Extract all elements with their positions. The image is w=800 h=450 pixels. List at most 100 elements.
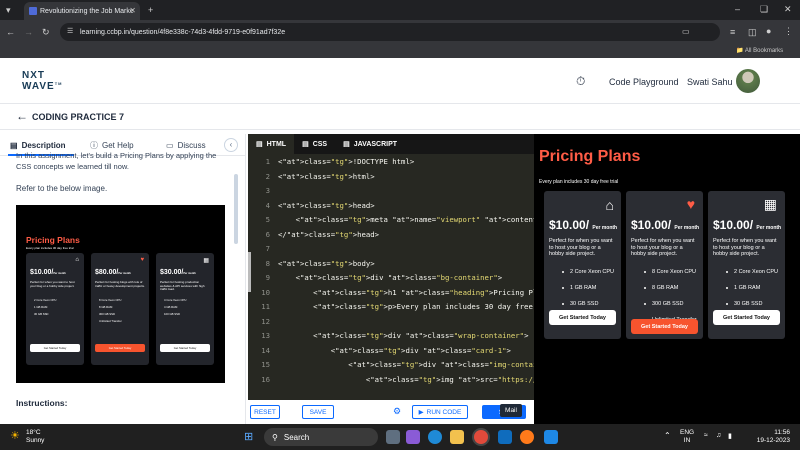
mini-per-month: Per month [183, 272, 196, 275]
code-line[interactable]: <"at">class="tg">meta "at">name="viewpor… [278, 215, 534, 224]
sidepanel-icon[interactable]: ◫ [748, 27, 757, 37]
menu-kebab-icon[interactable]: ⋮ [784, 26, 793, 36]
tab-strip-icon[interactable]: ≡ [730, 27, 735, 37]
language-indicator[interactable]: ENG IN [680, 429, 694, 445]
taskbar-search[interactable]: ⚲ Search [264, 428, 378, 446]
wifi-icon[interactable]: ≈ [704, 432, 708, 439]
help-circle-icon: ⓘ [90, 140, 98, 150]
forward-arrow-icon[interactable]: → [24, 27, 33, 37]
code-line[interactable]: <"at">class="tg">p>Every plan includes 3… [278, 302, 534, 311]
code-line[interactable]: <"at">class="tg">!DOCTYPE html> [278, 157, 414, 166]
get-started-button[interactable]: Get Started Today [549, 310, 616, 325]
mini-feature: 30 GB SSD [34, 312, 49, 316]
feature-item: 1 GB RAM [548, 285, 618, 291]
mini-feature: 4 Core Xeon CPU [164, 298, 187, 302]
feature-item: 300 GB SSD [630, 301, 700, 307]
code-line[interactable]: <"at">class="tg">html> [278, 172, 375, 181]
mail-icon[interactable] [498, 430, 512, 444]
teams-icon[interactable] [406, 430, 420, 444]
user-name[interactable]: Swati Sahu [687, 77, 733, 87]
bookmarks-bar: 📁 All Bookmarks [0, 44, 800, 58]
line-number: 10 [261, 287, 270, 297]
url-bar[interactable]: ☰ learning.ccbp.in/question/4f8e338c-74d… [60, 23, 720, 41]
browser-tabbar: ▾ Revolutionizing the Job Marke ✕ + – ❏ … [0, 0, 800, 20]
tab-html[interactable]: ▤ HTML [248, 134, 295, 154]
avatar[interactable] [736, 69, 760, 93]
code-line[interactable]: <"at">class="tg">div "at">class="bg-cont… [278, 273, 503, 282]
search-icon: ⚲ [272, 432, 278, 442]
app-icon[interactable] [544, 430, 558, 444]
price: $10.00/ Per month [631, 218, 700, 232]
price-card-1: ⌂ $10.00/ Per month Perfect for when you… [544, 191, 621, 339]
mini-feature: Unlimited Transfer [99, 319, 122, 323]
scrollbar[interactable] [234, 174, 238, 244]
mini-per-month: Per month [53, 272, 66, 275]
close-tab-icon[interactable]: ✕ [129, 6, 136, 15]
chevron-up-icon[interactable]: ⌃ [664, 431, 671, 440]
stopwatch-icon[interactable]: ⏱ [576, 74, 585, 89]
line-number: 15 [261, 360, 270, 369]
settings-gear-icon[interactable]: ⚙ [393, 406, 401, 417]
minimize-icon[interactable]: – [735, 4, 740, 14]
volume-icon[interactable]: ♫ [716, 432, 721, 439]
page-title: CODING PRACTICE 7 [32, 112, 125, 122]
editor-resize-handle[interactable] [248, 252, 251, 292]
mini-feature: 8 GB RAM [99, 305, 113, 309]
edge-icon[interactable] [428, 430, 442, 444]
task-view-icon[interactable] [386, 430, 400, 444]
building-icon: ▦ [203, 258, 209, 264]
clock[interactable]: 11:56 19-12-2023 [746, 429, 790, 445]
line-number: 3 [265, 186, 270, 195]
code-line[interactable]: <"at">class="tg">head> [278, 201, 375, 210]
tab-css[interactable]: ▤ CSS [294, 134, 335, 154]
back-arrow-icon[interactable]: ← [16, 109, 28, 123]
back-arrow-icon[interactable]: ← [6, 27, 15, 37]
code-playground-link[interactable]: Code Playground [609, 77, 679, 87]
mini-desc: Perfect for hosting production websites … [160, 280, 205, 292]
site-info-icon[interactable]: ☰ [67, 27, 73, 37]
feature-item: 1 GB RAM [712, 285, 782, 291]
mini-subtitle: Every plan includes 30 day free trial [26, 246, 74, 250]
weather-widget[interactable]: 18°C Sunny [26, 429, 44, 445]
profile-icon[interactable]: ● [766, 26, 771, 36]
code-line[interactable]: <"at">class="tg">body> [278, 259, 375, 268]
code-area[interactable]: 1 <"at">class="tg">!DOCTYPE html> 2 <"at">c… [248, 154, 534, 409]
chrome-icon[interactable] [474, 430, 488, 444]
collapse-chevron-icon[interactable]: ‹ [224, 138, 238, 152]
code-line[interactable]: <"at">class="tg">div "at">class="wrap-co… [278, 331, 528, 340]
code-line[interactable]: <"at">class="tg">h1 "at">class="heading"… [278, 288, 534, 297]
html-file-icon: ▤ [256, 141, 263, 148]
run-code-button[interactable]: ▶ RUN CODE [412, 405, 468, 419]
cast-icon[interactable]: ▭ [682, 27, 690, 37]
code-line[interactable]: </"at">class="tg">head> [278, 230, 379, 239]
firefox-icon[interactable] [520, 430, 534, 444]
browser-tab[interactable]: Revolutionizing the Job Marke ✕ [24, 2, 140, 20]
code-line[interactable]: <"at">class="tg">div "at">class="card-1"… [278, 346, 511, 355]
line-number: 13 [261, 331, 270, 340]
windows-start-icon[interactable]: ⊞ [244, 430, 253, 443]
get-started-button[interactable]: Get Started Today [713, 310, 780, 325]
maximize-icon[interactable]: ❏ [760, 4, 768, 14]
close-window-icon[interactable]: ✕ [784, 4, 792, 14]
reset-button[interactable]: RESET [250, 405, 280, 419]
tab-search-icon[interactable]: ▾ [6, 5, 11, 15]
tab-javascript[interactable]: ▤ JAVASCRIPT [335, 134, 405, 154]
chat-icon: ▭ [166, 140, 174, 150]
get-started-button[interactable]: Get Started Today [631, 319, 698, 334]
save-button[interactable]: SAVE [302, 405, 334, 419]
js-file-icon: ▤ [343, 141, 350, 148]
mini-price: $30.00/ [160, 269, 184, 276]
battery-icon[interactable]: ▮ [728, 432, 732, 440]
reload-icon[interactable]: ↻ [42, 27, 50, 37]
file-explorer-icon[interactable] [450, 430, 464, 444]
feature-item: 2 Core Xeon CPU [712, 269, 782, 275]
new-tab-icon[interactable]: + [148, 5, 153, 15]
home-icon: ⌂ [605, 197, 614, 213]
mini-features: 2 Core Xeon CPU 1 GB RAM 30 GB SSD [34, 297, 56, 318]
code-line[interactable]: <"at">class="tg">div "at">class="img-con… [278, 360, 534, 369]
all-bookmarks-link[interactable]: 📁 All Bookmarks [736, 47, 783, 54]
mini-desc: Perfect for when you want to host your b… [30, 280, 75, 288]
mini-cta: Get Started Today [160, 344, 210, 352]
code-line[interactable]: <"at">class="tg">img "at">src="https://a… [278, 375, 534, 384]
card-desc: Perfect for when you want to host your b… [713, 238, 777, 257]
